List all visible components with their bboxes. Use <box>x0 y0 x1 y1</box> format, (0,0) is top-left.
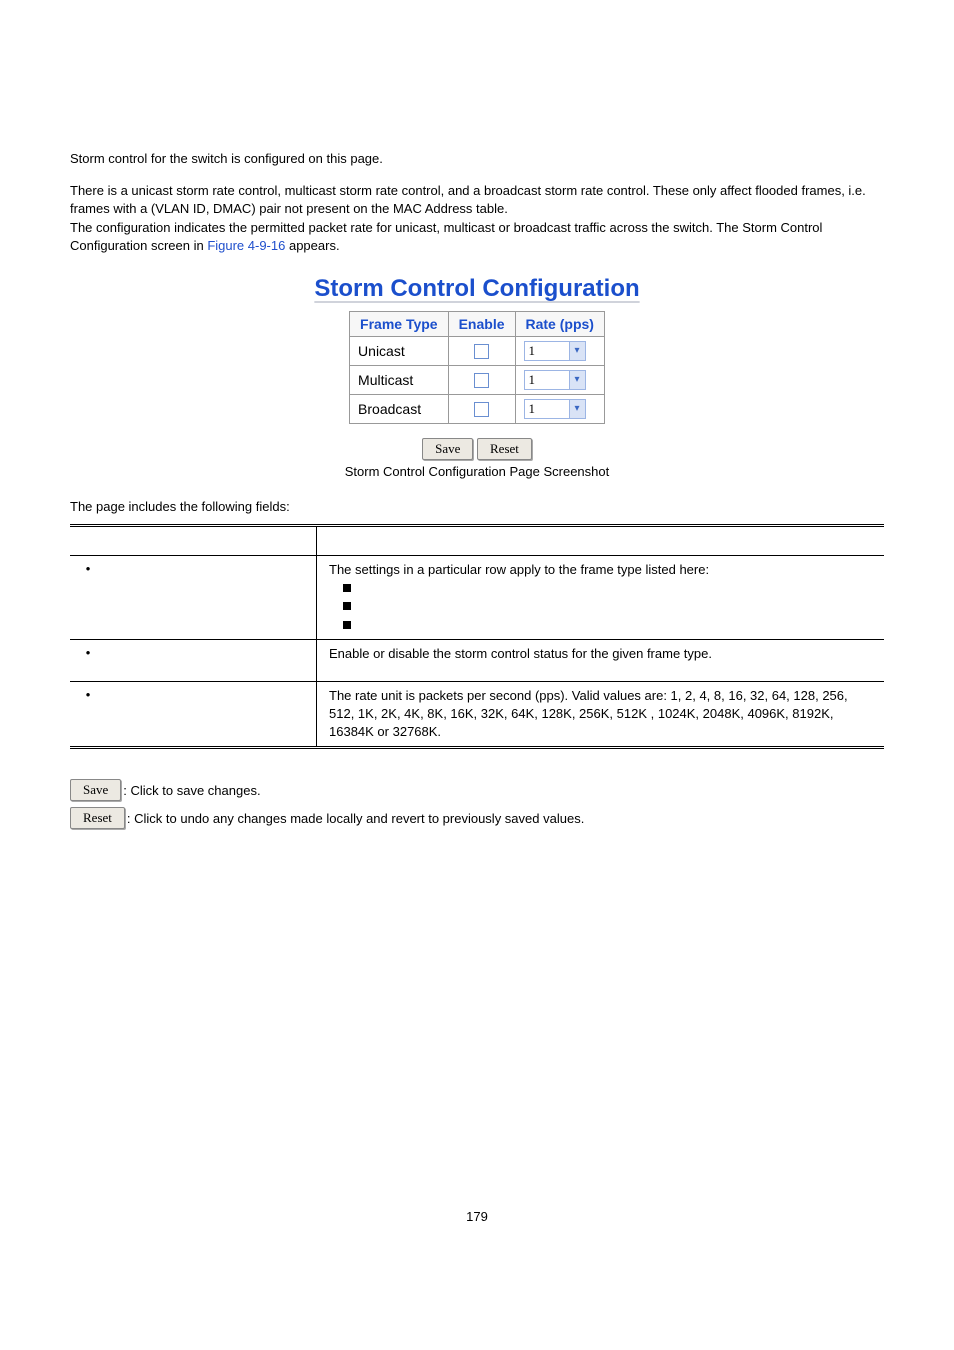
square-bullet-icon <box>343 602 351 610</box>
intro-paragraph-1: Storm control for the switch is configur… <box>70 150 884 168</box>
enable-checkbox-multicast[interactable] <box>474 373 489 388</box>
intro-p2a: There is a unicast storm rate control, m… <box>70 183 866 216</box>
col-enable: Enable <box>448 311 515 336</box>
save-button[interactable]: Save <box>422 438 473 460</box>
col-rate: Rate (pps) <box>515 311 604 336</box>
field-desc-text: The settings in a particular row apply t… <box>329 562 709 577</box>
enable-checkbox-unicast[interactable] <box>474 344 489 359</box>
storm-row-label: Unicast <box>350 336 449 365</box>
rate-select-multicast[interactable]: 1 ▾ <box>524 370 586 390</box>
fields-intro-text: The page includes the following fields: <box>70 499 884 514</box>
enable-checkbox-broadcast[interactable] <box>474 402 489 417</box>
fields-definition-table: • The settings in a particular row apply… <box>70 524 884 750</box>
fields-row-rate: • The rate unit is packets per second (p… <box>70 681 884 748</box>
reset-action-row: Reset : Click to undo any changes made l… <box>70 807 884 829</box>
fields-table-header <box>70 525 884 555</box>
field-desc-text: Enable or disable the storm control stat… <box>329 646 712 661</box>
frame-type-bullet-item: Unicast <box>343 579 876 597</box>
square-bullet-icon <box>343 584 351 592</box>
rate-select-broadcast[interactable]: 1 ▾ <box>524 399 586 419</box>
rate-value: 1 <box>525 372 569 388</box>
rate-value: 1 <box>525 343 569 359</box>
storm-control-heading: Storm Control Configuration <box>70 275 884 303</box>
save-action-row: Save : Click to save changes. <box>70 779 884 801</box>
storm-row-unicast: Unicast 1 ▾ <box>350 336 605 365</box>
intro-p2b: The configuration indicates the permitte… <box>70 220 822 253</box>
figure-reference-link[interactable]: Figure 4-9-16 <box>207 238 285 253</box>
rate-value: 1 <box>525 401 569 417</box>
bullet-icon: • <box>78 561 98 576</box>
frame-type-bullet-item: Broadcast <box>343 616 876 634</box>
field-desc-text: The rate unit is packets per second (pps… <box>329 688 848 739</box>
page-number: 179 <box>70 1209 884 1224</box>
fields-row-frame-type: • The settings in a particular row apply… <box>70 555 884 639</box>
storm-row-label: Broadcast <box>350 394 449 423</box>
fields-row-enable: • Enable or disable the storm control st… <box>70 639 884 681</box>
reset-button-inline[interactable]: Reset <box>70 807 125 829</box>
storm-row-multicast: Multicast 1 ▾ <box>350 365 605 394</box>
rate-select-unicast[interactable]: 1 ▾ <box>524 341 586 361</box>
storm-row-broadcast: Broadcast 1 ▾ <box>350 394 605 423</box>
save-button-inline[interactable]: Save <box>70 779 121 801</box>
frame-type-bullet-item: Multicast <box>343 597 876 615</box>
col-frame-type: Frame Type <box>350 311 449 336</box>
intro-paragraph-2: There is a unicast storm rate control, m… <box>70 182 884 255</box>
screenshot-caption: Storm Control Configuration Page Screens… <box>70 464 884 479</box>
chevron-down-icon[interactable]: ▾ <box>569 342 585 360</box>
storm-config-table: Frame Type Enable Rate (pps) Unicast 1 ▾… <box>349 311 605 424</box>
save-desc-text: : Click to save changes. <box>123 783 260 798</box>
chevron-down-icon[interactable]: ▾ <box>569 371 585 389</box>
square-bullet-icon <box>343 621 351 629</box>
intro-p2c: appears. <box>285 238 339 253</box>
reset-button[interactable]: Reset <box>477 438 532 460</box>
storm-row-label: Multicast <box>350 365 449 394</box>
bullet-icon: • <box>78 687 98 702</box>
reset-desc-text: : Click to undo any changes made locally… <box>127 811 584 826</box>
chevron-down-icon[interactable]: ▾ <box>569 400 585 418</box>
bullet-icon: • <box>78 645 98 660</box>
